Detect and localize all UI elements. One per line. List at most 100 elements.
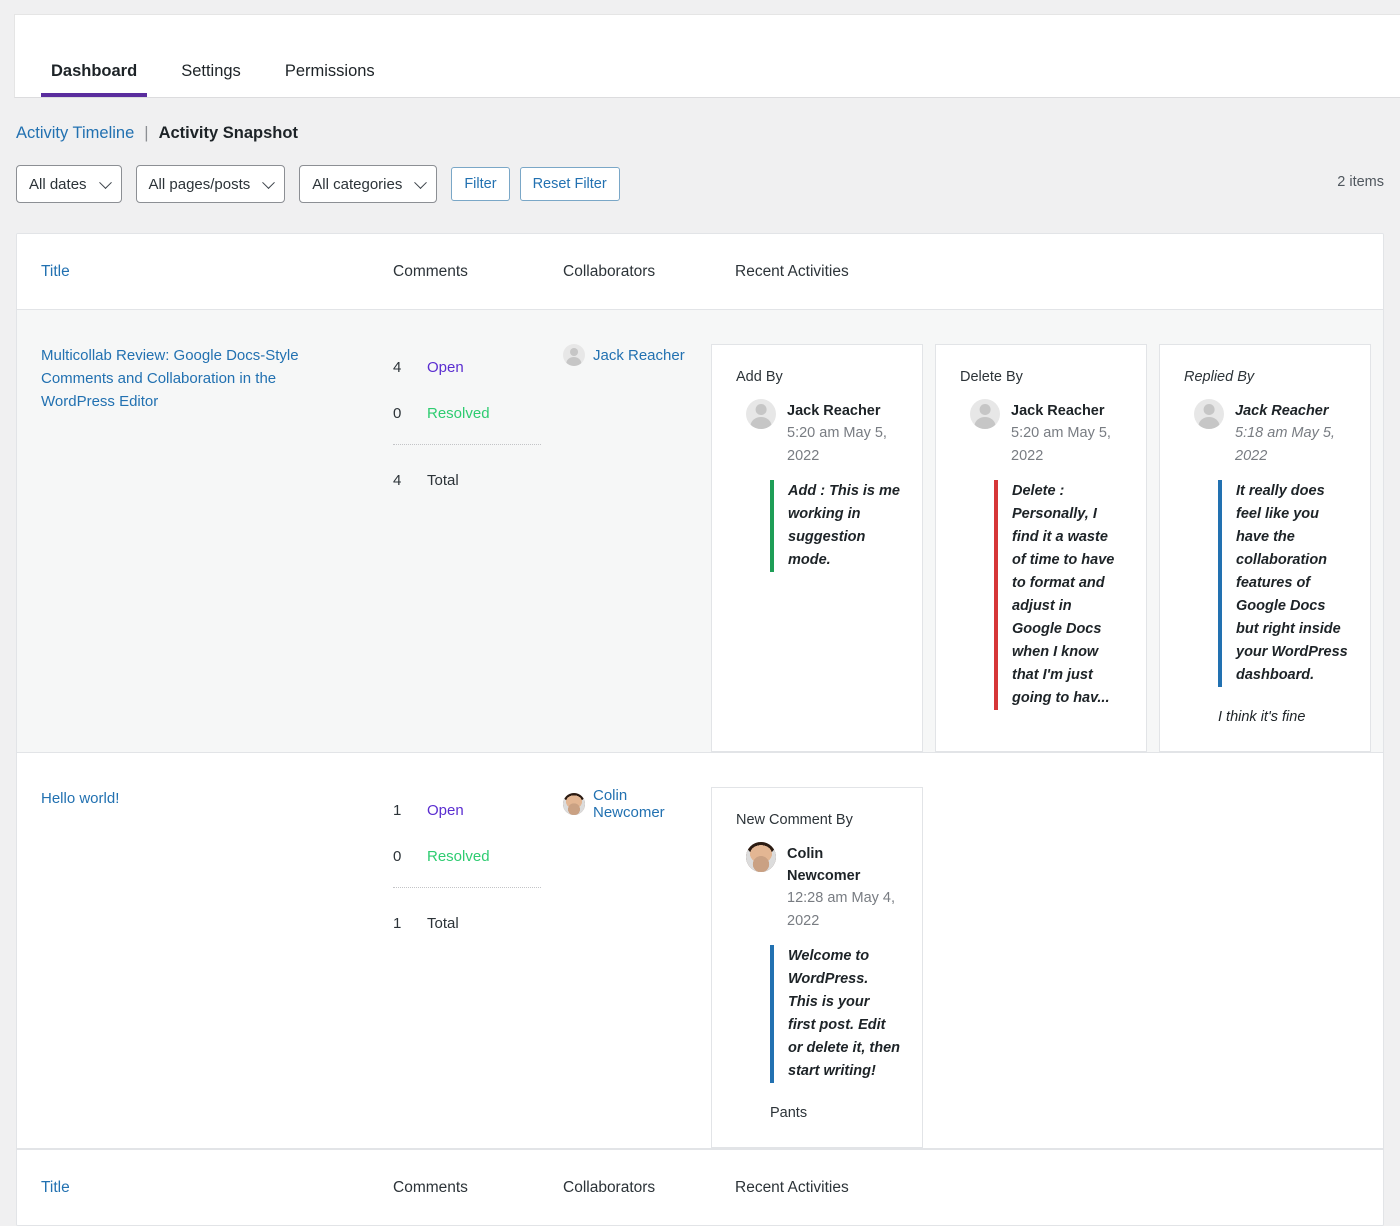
activity-card: Delete By Jack Reacher 5:20 am May 5, 20…: [935, 344, 1147, 752]
column-footer-collaborators: Collaborators: [563, 1178, 656, 1196]
category-filter-value: All categories: [312, 175, 403, 193]
date-filter-select[interactable]: All dates: [16, 165, 122, 203]
activity-author-name: Jack Reacher: [787, 403, 881, 419]
table-header-row: Title Comments Collaborators Recent Acti…: [17, 234, 1383, 310]
activity-card: New Comment By Colin Newcomer 12:28 am M…: [711, 787, 923, 1148]
column-footer-title[interactable]: Title: [17, 1179, 369, 1197]
activity-quote: Delete : Personally, I find it a waste o…: [994, 480, 1124, 710]
filter-button[interactable]: Filter: [451, 167, 510, 201]
activity-kind-label: Delete By: [960, 369, 1023, 385]
reset-filter-button[interactable]: Reset Filter: [519, 167, 620, 201]
chevron-down-icon: [414, 176, 428, 190]
comments-resolved-row: 0 Resolved: [393, 390, 539, 436]
comments-divider: [393, 444, 541, 445]
collaborator-name[interactable]: Colin Newcomer: [593, 787, 697, 821]
row-comments-cell: 1 Open 0 Resolved 1 Total: [369, 787, 541, 946]
tab-permissions-label: Permissions: [284, 61, 375, 80]
column-header-comments: Comments: [393, 262, 468, 280]
collaborator-item[interactable]: Colin Newcomer: [563, 787, 697, 821]
activity-quote: Welcome to WordPress. This is your first…: [770, 945, 900, 1083]
table-row: Multicollab Review: Google Docs-Style Co…: [17, 310, 1383, 753]
tab-permissions[interactable]: Permissions: [275, 61, 385, 98]
comments-divider: [393, 887, 541, 888]
row-title-cell: Hello world!: [17, 787, 369, 810]
row-activities-cell: New Comment By Colin Newcomer 12:28 am M…: [711, 787, 1383, 1148]
comments-resolved-count: 0: [393, 847, 402, 865]
activity-author-block: Jack Reacher 5:20 am May 5, 2022: [970, 399, 1124, 468]
collaborator-item[interactable]: Jack Reacher: [563, 344, 697, 366]
comments-resolved-label[interactable]: Resolved: [427, 405, 490, 422]
comments-total-count: 4: [393, 471, 402, 489]
chevron-down-icon: [98, 176, 112, 190]
row-collaborators-cell: Jack Reacher: [539, 344, 711, 366]
activity-author-name: Jack Reacher: [1011, 403, 1105, 419]
activity-card: Replied By Jack Reacher 5:18 am May 5, 2…: [1159, 344, 1371, 752]
tab-settings-label: Settings: [181, 61, 241, 80]
avatar: [746, 399, 776, 429]
date-filter-value: All dates: [29, 175, 87, 193]
column-footer-recent-activities: Recent Activities: [735, 1178, 849, 1196]
row-collaborators-cell: Colin Newcomer: [539, 787, 711, 821]
comments-resolved-count: 0: [393, 404, 402, 422]
activity-card: Add By Jack Reacher 5:20 am May 5, 2022 …: [711, 344, 923, 752]
filter-toolbar: All dates All pages/posts All categories…: [16, 165, 1384, 203]
chevron-down-icon: [262, 176, 276, 190]
items-count-label: 2 items: [1337, 174, 1384, 190]
comments-total-label: Total: [427, 914, 459, 932]
activity-timestamp: 5:18 am May 5, 2022: [1235, 425, 1335, 464]
page-filter-select[interactable]: All pages/posts: [135, 165, 286, 203]
activity-snapshot-table: Title Comments Collaborators Recent Acti…: [16, 233, 1384, 1226]
row-activities-cell: Add By Jack Reacher 5:20 am May 5, 2022 …: [711, 344, 1383, 752]
page-filter-value: All pages/posts: [148, 175, 251, 193]
row-title-cell: Multicollab Review: Google Docs-Style Co…: [17, 344, 369, 413]
activity-author-name: Jack Reacher: [1235, 403, 1329, 419]
comments-open-count: 1: [393, 801, 402, 819]
breadcrumb: Activity Timeline | Activity Snapshot: [16, 124, 1400, 143]
comments-total-row: 4 Total: [393, 457, 539, 503]
comments-total-count: 1: [393, 914, 402, 932]
avatar: [1194, 399, 1224, 429]
comments-resolved-label[interactable]: Resolved: [427, 848, 490, 865]
activity-timestamp: 5:20 am May 5, 2022: [787, 425, 887, 464]
avatar: [970, 399, 1000, 429]
avatar: [746, 842, 776, 872]
avatar: [563, 344, 585, 366]
primary-tab-bar: Dashboard Settings Permissions: [14, 14, 1400, 98]
comments-open-label[interactable]: Open: [427, 802, 464, 819]
breadcrumb-activity-timeline-link[interactable]: Activity Timeline: [16, 124, 134, 143]
activity-quote: Add : This is me working in suggestion m…: [770, 480, 900, 572]
activity-author-name: Colin Newcomer: [787, 846, 861, 884]
activity-timestamp: 12:28 am May 4, 2022: [787, 890, 895, 929]
activity-note: I think it's fine: [1218, 709, 1306, 725]
activity-note: Pants: [770, 1105, 808, 1121]
comments-total-label: Total: [427, 471, 459, 489]
table-footer-row: Title Comments Collaborators Recent Acti…: [17, 1149, 1383, 1225]
avatar: [563, 793, 585, 815]
comments-resolved-row: 0 Resolved: [393, 833, 539, 879]
activity-kind-label: Replied By: [1184, 369, 1255, 385]
table-row: Hello world! 1 Open 0 Resolved 1 Total C…: [17, 753, 1383, 1149]
activity-kind-label: New Comment By: [736, 812, 853, 828]
activity-author-block: Colin Newcomer 12:28 am May 4, 2022: [746, 842, 900, 933]
column-footer-comments: Comments: [393, 1178, 468, 1196]
post-title-link[interactable]: Hello world!: [41, 787, 316, 810]
collaborator-name[interactable]: Jack Reacher: [593, 347, 685, 364]
comments-open-count: 4: [393, 358, 402, 376]
breadcrumb-separator: |: [144, 124, 149, 142]
tab-settings[interactable]: Settings: [171, 61, 251, 98]
activity-author-block: Jack Reacher 5:18 am May 5, 2022: [1194, 399, 1348, 468]
column-header-title[interactable]: Title: [17, 263, 369, 281]
comments-total-row: 1 Total: [393, 900, 539, 946]
post-title-link[interactable]: Multicollab Review: Google Docs-Style Co…: [41, 344, 316, 413]
breadcrumb-current-page: Activity Snapshot: [158, 124, 298, 142]
activity-author-block: Jack Reacher 5:20 am May 5, 2022: [746, 399, 900, 468]
column-header-recent-activities: Recent Activities: [735, 262, 849, 280]
activity-kind-label: Add By: [736, 369, 783, 385]
column-header-collaborators: Collaborators: [563, 262, 656, 280]
row-comments-cell: 4 Open 0 Resolved 4 Total: [369, 344, 541, 503]
comments-open-row: 1 Open: [393, 787, 539, 833]
comments-open-label[interactable]: Open: [427, 359, 464, 376]
category-filter-select[interactable]: All categories: [299, 165, 438, 203]
tab-dashboard[interactable]: Dashboard: [41, 62, 148, 98]
activity-timestamp: 5:20 am May 5, 2022: [1011, 425, 1111, 464]
